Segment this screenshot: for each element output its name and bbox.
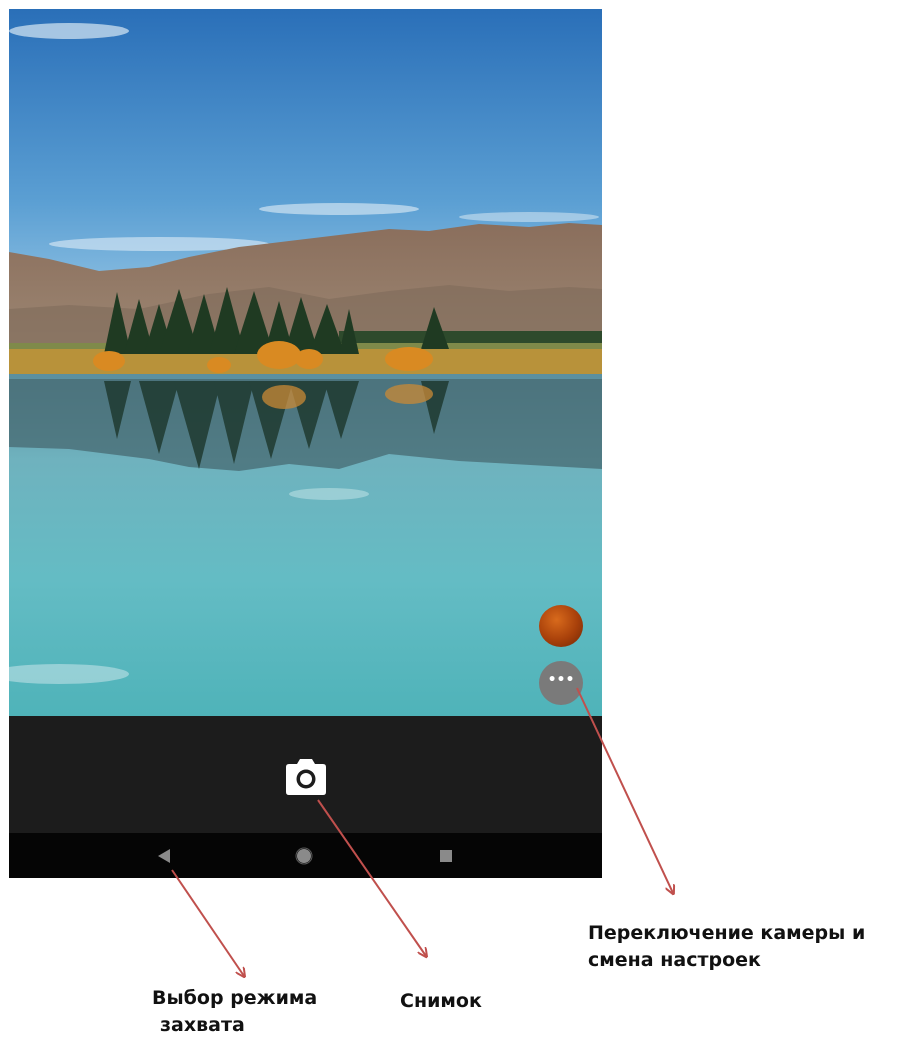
annotation-camera-switch-line2: смена настроек: [588, 948, 761, 971]
camera-options-button[interactable]: •••: [539, 661, 583, 705]
navigation-bar: [9, 833, 602, 878]
annotation-capture-mode-line2: захвата: [160, 1013, 245, 1036]
capture-bar: [9, 716, 602, 833]
camera-app-screen: •••: [9, 9, 602, 878]
nav-back-button[interactable]: [151, 843, 177, 869]
annotation-snapshot: Снимок: [400, 990, 482, 1012]
nav-recents-button[interactable]: [433, 843, 459, 869]
back-triangle-icon: [158, 849, 170, 863]
more-horizontal-icon: •••: [547, 672, 575, 688]
annotation-capture-mode: Выбор режима захвата: [152, 985, 362, 1038]
annotation-capture-mode-line1: Выбор режима: [152, 987, 318, 1009]
arrow-capture-mode: [171, 869, 244, 976]
color-mode-button[interactable]: [539, 605, 583, 647]
recents-square-icon: [440, 850, 452, 862]
annotation-camera-switch-line1: Переключение камеры и: [588, 922, 866, 944]
shutter-button[interactable]: [285, 758, 327, 796]
viewfinder-scene: [9, 9, 602, 716]
home-circle-icon: [295, 847, 313, 865]
camera-icon: [286, 759, 326, 795]
annotation-camera-switch: Переключение камеры и смена настроек: [588, 920, 865, 973]
nav-home-button[interactable]: [291, 843, 317, 869]
camera-viewfinder[interactable]: •••: [9, 9, 602, 716]
